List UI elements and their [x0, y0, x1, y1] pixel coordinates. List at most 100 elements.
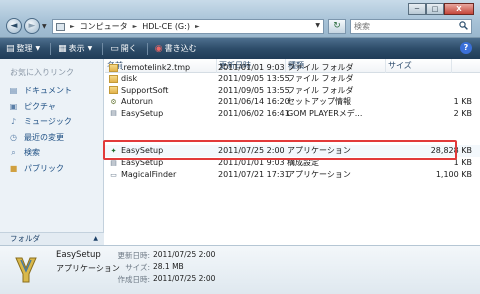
- file-name: EasySetup: [121, 108, 164, 118]
- sidebar-item-label: ドキュメント: [24, 86, 72, 96]
- picture-icon: ▣: [9, 101, 18, 111]
- file-date: 2011/01/01 9:03: [218, 63, 285, 72]
- sidebar-item-label: パブリック: [24, 163, 64, 173]
- toolbar-divider: [146, 42, 148, 55]
- breadcrumb-separator[interactable]: ►: [133, 23, 138, 30]
- details-created-value: 2011/07/25 2:00: [153, 274, 216, 283]
- document-icon: ▤: [9, 86, 18, 96]
- chevron-down-icon: ▼: [35, 45, 41, 52]
- details-pane: EasySetup アプリケーション 更新日時: 2011/07/25 2:00…: [0, 245, 480, 294]
- details-size-label: サイズ:: [125, 263, 150, 272]
- toolbar-divider: [50, 42, 52, 55]
- table-row[interactable]: .remotelink2.tmp 2011/01/01 9:03 ファイル フォ…: [105, 62, 480, 73]
- folders-toggle[interactable]: フォルダ ▲: [0, 232, 104, 245]
- breadcrumb-separator[interactable]: ►: [195, 23, 200, 30]
- burn-button[interactable]: ◉ 書き込む: [155, 43, 197, 54]
- file-type: ファイル フォルダ: [287, 74, 354, 84]
- folder-icon: [109, 63, 118, 72]
- file-type: 構成設定: [287, 158, 319, 167]
- music-icon: ♪: [10, 117, 17, 127]
- config-file-icon: ▤: [110, 158, 117, 167]
- sidebar-item-search[interactable]: ⌕ 検索: [8, 145, 72, 161]
- file-date: 2011/06/14 16:20: [218, 97, 290, 107]
- address-bar[interactable]: ► コンピュータ ► HDL-CE (G:) ► ▼: [52, 19, 324, 34]
- recent-icon: ◷: [10, 132, 17, 142]
- file-size: 1 KB: [453, 97, 472, 107]
- organize-button[interactable]: ▤ 整理 ▼: [6, 43, 40, 54]
- title-bar: ─ □ X ◄ ► ▼ ► コンピュータ ► HDL-CE (G:) ► ▼ ↻: [0, 0, 480, 38]
- sidebar-item-public[interactable]: ■ パブリック: [8, 161, 72, 177]
- address-dropdown-arrow[interactable]: ▼: [315, 22, 320, 29]
- file-name: EasySetup: [121, 146, 164, 155]
- table-row[interactable]: disk 2011/09/05 13:55 ファイル フォルダ: [105, 73, 480, 84]
- toolbar-divider: [102, 42, 104, 55]
- open-button[interactable]: ▭ 開く: [110, 43, 137, 54]
- setup-info-icon: ⚙: [110, 97, 117, 106]
- file-size: 1 KB: [453, 158, 472, 167]
- view-label: 表示: [68, 44, 85, 53]
- public-folder-icon: ■: [9, 163, 18, 173]
- details-file-name: EasySetup: [56, 250, 101, 260]
- favorite-links-heading: お気に入りリンク: [10, 68, 74, 77]
- navigation-buttons: ◄ ► ▼: [6, 18, 51, 34]
- back-button[interactable]: ◄: [6, 18, 22, 34]
- folders-label: フォルダ: [10, 234, 40, 243]
- sidebar-item-documents[interactable]: ▤ ドキュメント: [8, 83, 72, 99]
- chevron-down-icon: ▼: [87, 45, 93, 52]
- sidebar-item-label: 検索: [24, 148, 40, 158]
- file-type: セットアップ情報: [287, 97, 351, 107]
- breadcrumb-separator[interactable]: ►: [70, 23, 75, 30]
- recent-pages-dropdown[interactable]: ▼: [42, 23, 47, 30]
- search-icon: ⌕: [11, 147, 16, 157]
- command-bar: ▤ 整理 ▼ ▦ 表示 ▼ ▭ 開く ◉ 書き込む ?: [0, 38, 480, 59]
- file-type: ファイル フォルダ: [287, 85, 354, 95]
- search-box[interactable]: [350, 19, 472, 34]
- refresh-button[interactable]: ↻: [328, 19, 346, 34]
- view-button[interactable]: ▦ 表示 ▼: [58, 43, 92, 54]
- table-row-selected[interactable]: ✦ EasySetup 2011/07/25 2:00 アプリケーション 28,8…: [105, 145, 480, 157]
- chevron-up-icon: ▲: [93, 235, 98, 242]
- table-row[interactable]: SupportSoft 2011/09/05 13:55 ファイル フォルダ: [105, 85, 480, 96]
- magnifier-icon[interactable]: [459, 21, 468, 33]
- disc-icon: ◉: [154, 43, 163, 54]
- sidebar-item-pictures[interactable]: ▣ ピクチャ: [8, 99, 72, 115]
- sidebar-item-label: 最近の変更: [24, 132, 64, 142]
- organize-label: 整理: [16, 44, 33, 53]
- view-icon: ▦: [58, 43, 67, 54]
- close-button[interactable]: X: [444, 3, 474, 15]
- file-type: ファイル フォルダ: [287, 63, 354, 72]
- file-name: disk: [121, 74, 138, 84]
- table-row[interactable]: ⚙ Autorun 2011/06/14 16:20 セットアップ情報 1 KB: [105, 96, 480, 107]
- file-date: 2011/09/05 13:55: [218, 85, 290, 95]
- file-date: 2011/07/25 2:00: [218, 146, 285, 155]
- application-icon: ▭: [110, 170, 117, 179]
- table-row[interactable]: ▤ EasySetup 2011/06/02 16:41 GOM PLAYERメデ…: [105, 108, 480, 119]
- sidebar-item-recent[interactable]: ◷ 最近の変更: [8, 130, 72, 146]
- application-large-icon: [12, 254, 40, 286]
- file-type: アプリケーション: [287, 146, 351, 155]
- maximize-button[interactable]: □: [426, 3, 444, 15]
- table-row[interactable]: ▭ MagicalFinder 2011/07/21 17:31 アプリケーション…: [105, 169, 480, 180]
- organize-icon: ▤: [6, 43, 15, 54]
- help-button[interactable]: ?: [460, 42, 472, 54]
- minimize-button[interactable]: ─: [408, 3, 426, 15]
- details-modified-value: 2011/07/25 2:00: [153, 250, 216, 259]
- breadcrumb-drive[interactable]: HDL-CE (G:): [142, 22, 190, 31]
- file-name: EasySetup: [121, 158, 164, 167]
- file-type: GOM PLAYERメデ...: [287, 108, 363, 118]
- folder-icon: [109, 74, 118, 83]
- file-size: 2 KB: [453, 108, 472, 118]
- file-name: MagicalFinder: [121, 170, 177, 179]
- file-list: 名前 更新日時 種類 サイズ .remotelink2.tmp 2011/01/…: [105, 59, 480, 245]
- search-input[interactable]: [354, 22, 454, 31]
- folder-icon: [109, 86, 118, 95]
- forward-button[interactable]: ►: [24, 18, 40, 34]
- file-name: Autorun: [121, 97, 154, 107]
- sidebar-item-music[interactable]: ♪ ミュージック: [8, 114, 72, 130]
- breadcrumb-computer[interactable]: コンピュータ: [80, 21, 128, 32]
- file-date: 2011/07/21 17:31: [218, 170, 290, 179]
- media-file-icon: ▤: [110, 109, 117, 118]
- file-size: 1,100 KB: [435, 170, 472, 179]
- file-name: SupportSoft: [121, 85, 169, 95]
- table-row[interactable]: ▤ EasySetup 2011/01/01 9:03 構成設定 1 KB: [105, 157, 480, 168]
